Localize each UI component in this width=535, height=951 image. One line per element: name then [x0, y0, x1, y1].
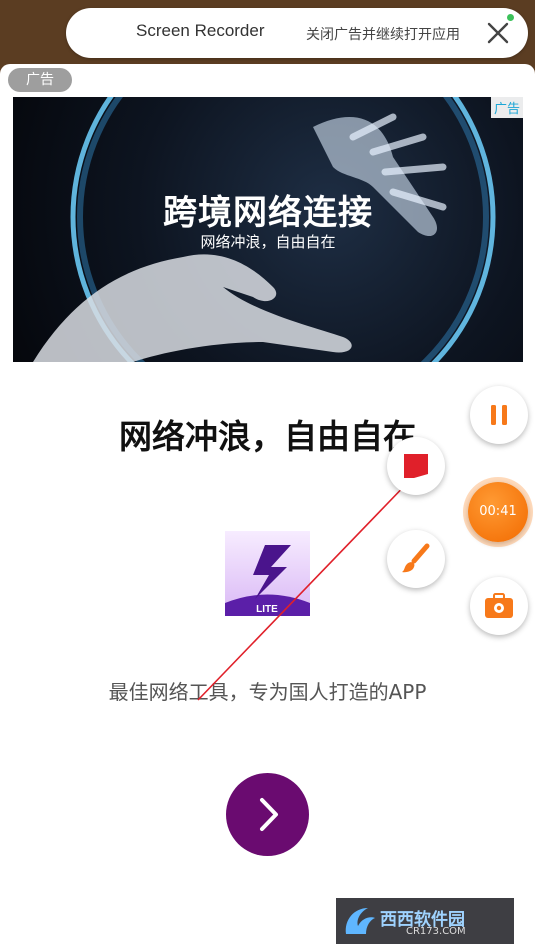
- status-dot: [507, 14, 514, 21]
- stop-icon: [404, 454, 428, 478]
- watermark-url: CR173.COM: [406, 926, 466, 937]
- pause-button[interactable]: [470, 386, 528, 444]
- hero-subtitle: 网络冲浪，自由自在: [200, 233, 336, 251]
- brush-button[interactable]: [387, 530, 445, 588]
- watermark: 西西软件园 CR173.COM: [336, 898, 514, 944]
- app-logo[interactable]: LITE: [225, 531, 310, 616]
- stop-button[interactable]: [387, 437, 445, 495]
- chevron-right-icon: [260, 798, 278, 831]
- hero-title: 跨境网络连接: [163, 193, 373, 233]
- toolbox-button[interactable]: [470, 577, 528, 635]
- top-bar: Screen Recorder 关闭广告并继续打开应用: [66, 8, 528, 58]
- ad-headline: 网络冲浪，自由自在: [119, 417, 416, 456]
- toolbox-icon: [485, 593, 513, 618]
- pause-icon: [491, 405, 507, 425]
- app-name: Screen Recorder: [136, 21, 265, 40]
- recording-timer[interactable]: 00:41: [468, 482, 528, 542]
- brush-icon: [402, 543, 430, 573]
- watermark-logo-icon: [345, 908, 375, 934]
- close-icon[interactable]: [484, 19, 512, 47]
- ad-tag: 广告: [8, 68, 72, 92]
- ad-slogan: 最佳网络工具，专为国人打造的APP: [108, 680, 427, 704]
- hero-ad-tag: 广告: [490, 97, 523, 118]
- next-button[interactable]: [226, 773, 309, 856]
- app-badge: LITE: [256, 604, 278, 615]
- hero-banner[interactable]: 广告 跨境网络连接 网络冲浪，自由自在: [13, 97, 523, 362]
- close-ad-link[interactable]: 关闭广告并继续打开应用: [306, 24, 460, 44]
